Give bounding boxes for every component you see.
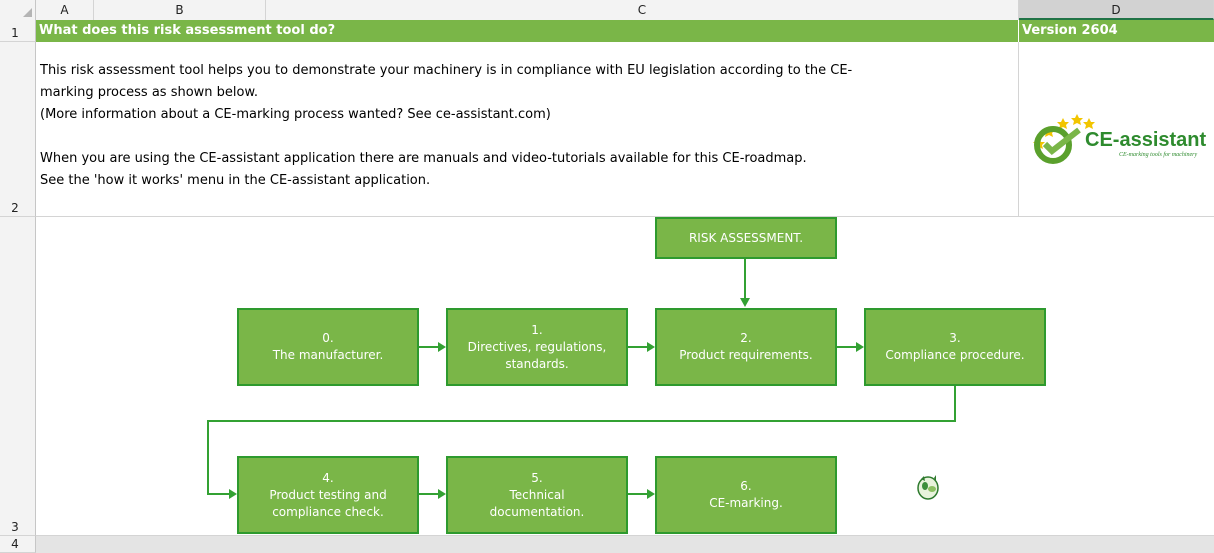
step-text: Product testing and compliance check. (269, 487, 387, 519)
step-number: 6. (740, 479, 752, 493)
step-6-box[interactable]: 6. CE-marking. (655, 456, 837, 534)
step-1-box[interactable]: 1. Directives, regulations, standards. (446, 308, 628, 386)
step-text: Technical documentation. (489, 487, 585, 519)
step-text: CE-marking. (709, 496, 783, 510)
step-3-box[interactable]: 3. Compliance procedure. (864, 308, 1046, 386)
mascot-icon[interactable] (916, 474, 940, 500)
step-text: Directives, regulations, standards. (467, 339, 607, 371)
step-4-box[interactable]: 4. Product testing and compliance check. (237, 456, 419, 534)
step-number: 2. (740, 331, 752, 345)
step-5-box[interactable]: 5. Technical documentation. (446, 456, 628, 534)
step-0-box[interactable]: 0. The manufacturer. (237, 308, 419, 386)
risk-assessment-box[interactable]: RISK ASSESSMENT. (655, 217, 837, 259)
row-4-cells[interactable] (36, 536, 1214, 553)
step-text: Compliance procedure. (885, 348, 1025, 362)
step-number: 4. (322, 470, 334, 485)
step-number: 3. (949, 331, 961, 345)
step-text: Product requirements. (679, 348, 813, 362)
spreadsheet: A B C D 1 2 3 4 What does this risk asse… (0, 0, 1214, 553)
step-number: 5. (531, 470, 543, 485)
risk-assessment-label: RISK ASSESSMENT. (688, 230, 804, 245)
step-2-box[interactable]: 2. Product requirements. (655, 308, 837, 386)
step-number: 1. (531, 322, 543, 337)
step-text: The manufacturer. (272, 348, 384, 362)
step-number: 0. (322, 331, 334, 345)
